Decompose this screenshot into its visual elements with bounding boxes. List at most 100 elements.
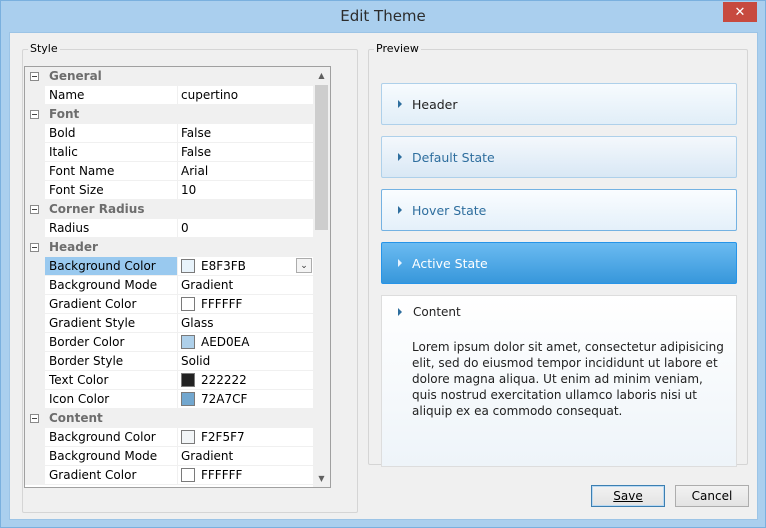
property-row[interactable]: Gradient Color FFFFFF	[25, 295, 314, 314]
row-gutter	[25, 352, 45, 371]
property-value[interactable]: Solid	[178, 352, 314, 370]
property-category[interactable]: Content	[25, 409, 314, 428]
row-gutter	[25, 276, 45, 295]
scroll-down-icon[interactable]: ▼	[313, 470, 330, 487]
property-value[interactable]: cupertino	[178, 86, 314, 104]
close-button[interactable]: ✕	[723, 2, 757, 22]
property-grid[interactable]: General Name cupertino Font Bold False Italic F…	[24, 66, 331, 488]
property-value[interactable]: False	[178, 124, 314, 142]
property-row[interactable]: Name cupertino	[25, 86, 314, 105]
color-swatch	[181, 297, 195, 311]
preview-active-state-panel[interactable]: Active State	[381, 242, 737, 284]
property-value-text: Gradient	[181, 278, 234, 292]
expand-arrow-icon	[398, 100, 402, 108]
row-gutter	[25, 162, 45, 181]
category-label: General	[49, 69, 102, 83]
property-value[interactable]: 72A7CF	[178, 390, 314, 408]
property-name: Name	[45, 86, 178, 104]
row-gutter	[25, 447, 45, 466]
property-row[interactable]: Italic False	[25, 143, 314, 162]
property-row[interactable]: Font Size 10	[25, 181, 314, 200]
row-gutter	[25, 390, 45, 409]
property-row[interactable]: Background Color F2F5F7	[25, 428, 314, 447]
property-row[interactable]: Bold False	[25, 124, 314, 143]
title-bar[interactable]: Edit Theme ✕	[1, 1, 765, 31]
property-row[interactable]: Gradient Style Glass	[25, 314, 314, 333]
row-gutter	[25, 143, 45, 162]
property-row[interactable]: Background Mode Gradient	[25, 447, 314, 466]
row-gutter	[25, 257, 45, 276]
category-label: Content	[49, 411, 103, 425]
property-name: Gradient Color	[45, 295, 178, 313]
chevron-down-icon[interactable]: ⌄	[296, 258, 312, 273]
property-value[interactable]: 0	[178, 219, 314, 237]
row-gutter	[25, 314, 45, 333]
collapse-icon[interactable]	[30, 72, 39, 81]
property-value[interactable]: FFFFFF	[178, 466, 314, 484]
property-value-text: 72A7CF	[201, 392, 248, 406]
preview-default-state-panel[interactable]: Default State	[381, 136, 737, 178]
property-value-text: E8F3FB	[201, 259, 246, 273]
collapse-icon[interactable]	[30, 243, 39, 252]
property-row[interactable]: Background Color E8F3FB ⌄	[25, 257, 314, 276]
property-row[interactable]: Font Name Arial	[25, 162, 314, 181]
collapse-icon[interactable]	[30, 414, 39, 423]
category-label: Header	[49, 240, 98, 254]
property-category[interactable]: Header	[25, 238, 314, 257]
property-name: Radius	[45, 219, 178, 237]
property-category[interactable]: General	[25, 67, 314, 86]
collapse-icon[interactable]	[30, 205, 39, 214]
property-row[interactable]: Icon Color 72A7CF	[25, 390, 314, 409]
expand-arrow-icon	[398, 259, 402, 267]
property-value[interactable]: False	[178, 143, 314, 161]
property-value[interactable]: Gradient	[178, 276, 314, 294]
property-row[interactable]: Radius 0	[25, 219, 314, 238]
property-value[interactable]: AED0EA	[178, 333, 314, 351]
save-button[interactable]: Save	[591, 485, 665, 507]
preview-header-panel[interactable]: Header	[381, 83, 737, 125]
property-value[interactable]: 10	[178, 181, 314, 199]
property-row[interactable]: Gradient Color FFFFFF	[25, 466, 314, 485]
row-gutter	[25, 105, 45, 124]
collapse-icon[interactable]	[30, 110, 39, 119]
property-value-text: F2F5F7	[201, 430, 245, 444]
property-value[interactable]: E8F3FB ⌄	[178, 257, 314, 275]
property-value[interactable]: FFFFFF	[178, 295, 314, 313]
property-row[interactable]: Background Mode Gradient	[25, 276, 314, 295]
color-swatch	[181, 335, 195, 349]
cancel-button[interactable]: Cancel	[675, 485, 749, 507]
preview-content-header[interactable]: Content	[382, 305, 461, 319]
row-gutter	[25, 238, 45, 257]
window-title: Edit Theme	[340, 7, 426, 25]
property-value[interactable]: Gradient	[178, 447, 314, 465]
preview-group-legend: Preview	[374, 42, 421, 55]
property-row[interactable]: Text Color 222222	[25, 371, 314, 390]
preview-content-text: Lorem ipsum dolor sit amet, consectetur …	[412, 340, 724, 418]
style-group-legend: Style	[28, 42, 60, 55]
row-gutter	[25, 428, 45, 447]
property-value[interactable]: F2F5F7	[178, 428, 314, 446]
scroll-up-icon[interactable]: ▲	[313, 67, 330, 84]
save-button-label: Save	[613, 489, 643, 503]
preview-group: Preview Header Default State Hover State…	[368, 42, 748, 467]
row-gutter	[25, 409, 45, 428]
property-category[interactable]: Font	[25, 105, 314, 124]
property-value[interactable]: Arial	[178, 162, 314, 180]
property-value-text: 222222	[201, 373, 247, 387]
property-name: Font Size	[45, 181, 178, 199]
preview-default-state-label: Default State	[412, 149, 495, 165]
property-category[interactable]: Corner Radius	[25, 200, 314, 219]
property-grid-scrollbar[interactable]: ▲ ▼	[313, 67, 330, 487]
property-row[interactable]: Border Color AED0EA	[25, 333, 314, 352]
property-value-text: False	[181, 126, 212, 140]
property-row[interactable]: Border Style Solid	[25, 352, 314, 371]
row-gutter	[25, 371, 45, 390]
property-grid-rows: General Name cupertino Font Bold False Italic F…	[25, 67, 314, 485]
property-value[interactable]: Glass	[178, 314, 314, 332]
property-value[interactable]: 222222	[178, 371, 314, 389]
color-swatch	[181, 259, 195, 273]
scrollbar-thumb[interactable]	[315, 85, 328, 230]
preview-hover-state-panel[interactable]: Hover State	[381, 189, 737, 231]
expand-arrow-icon	[398, 308, 402, 316]
row-gutter	[25, 124, 45, 143]
